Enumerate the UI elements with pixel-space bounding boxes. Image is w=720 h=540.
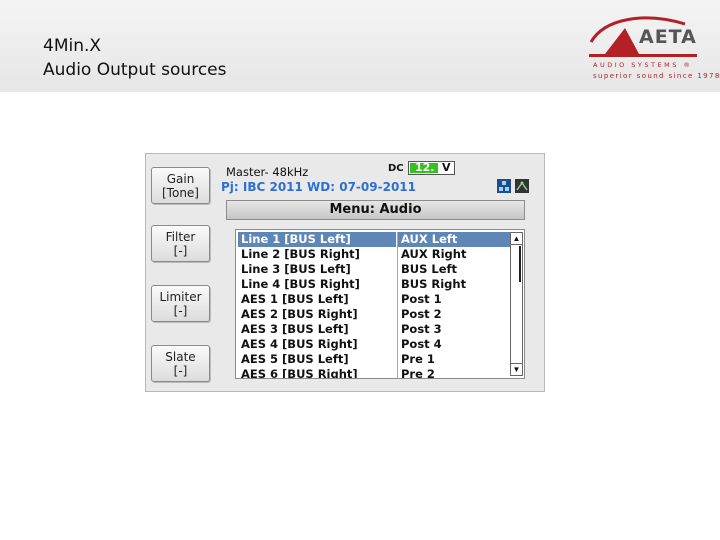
right-source-item[interactable]: BUS Left <box>398 262 510 277</box>
left-source-item[interactable]: AES 6 [BUS Right] <box>238 367 396 378</box>
device-screen: Gain [Tone] Filter [-] Limiter [-] Slate… <box>145 153 545 392</box>
network-icon <box>497 179 511 193</box>
list-scrollbar[interactable]: ▲ ▼ <box>510 232 523 376</box>
dc-unit: V <box>442 161 451 174</box>
left-source-item[interactable]: AES 3 [BUS Left] <box>238 322 396 337</box>
dc-value: 12. <box>415 161 435 174</box>
right-source-item[interactable]: Post 1 <box>398 292 510 307</box>
source-list-right-column: AUX Left AUX Right BUS Left BUS Right Post 1… <box>397 232 510 378</box>
filter-button[interactable]: Filter [-] <box>151 225 210 262</box>
gain-button-sub: [Tone] <box>162 186 199 200</box>
project-info: Pj: IBC 2011 WD: 07-09-2011 <box>221 180 416 194</box>
left-source-item[interactable]: AES 5 [BUS Left] <box>238 352 396 367</box>
limiter-button[interactable]: Limiter [-] <box>151 285 210 322</box>
dc-label: DC <box>388 163 404 174</box>
left-source-item[interactable]: AES 2 [BUS Right] <box>238 307 396 322</box>
slide-title-line2: Audio Output sources <box>43 60 227 80</box>
slate-button[interactable]: Slate [-] <box>151 345 210 382</box>
right-source-item[interactable]: Post 4 <box>398 337 510 352</box>
left-source-item[interactable]: Line 3 [BUS Left] <box>238 262 396 277</box>
filter-button-label: Filter <box>165 230 196 244</box>
right-source-item[interactable]: AUX Right <box>398 247 510 262</box>
gain-button[interactable]: Gain [Tone] <box>151 167 210 204</box>
right-source-item[interactable]: Pre 1 <box>398 352 510 367</box>
right-source-item[interactable]: Post 3 <box>398 322 510 337</box>
right-source-item[interactable]: Pre 2 <box>398 367 510 378</box>
right-source-item[interactable]: BUS Right <box>398 277 510 292</box>
gain-button-label: Gain <box>166 172 195 186</box>
slate-button-sub: [-] <box>173 364 188 378</box>
scroll-down-icon[interactable]: ▼ <box>511 363 522 375</box>
source-list-left-column: Line 1 [BUS Left] Line 2 [BUS Right] Line … <box>238 232 396 378</box>
dc-voltage-meter: 12. V <box>408 161 455 175</box>
scroll-thumb[interactable] <box>512 246 521 282</box>
logo-subtitle: AUDIO SYSTEMS ® <box>593 61 693 69</box>
slate-button-label: Slate <box>165 350 196 364</box>
slide-title-line1: 4Min.X <box>43 36 102 56</box>
right-source-item[interactable]: Post 2 <box>398 307 510 322</box>
left-source-item[interactable]: AES 1 [BUS Left] <box>238 292 396 307</box>
logo-brand: AETA <box>639 26 697 48</box>
slide-header: 4Min.X Audio Output sources AETA AUDIO S… <box>0 0 720 92</box>
aeta-logo: AETA AUDIO SYSTEMS ® superior sound sinc… <box>585 14 719 84</box>
left-source-item[interactable]: Line 1 [BUS Left] <box>238 232 396 247</box>
audio-source-list: Line 1 [BUS Left] Line 2 [BUS Right] Line … <box>235 229 525 379</box>
slide-title: 4Min.X Audio Output sources <box>43 34 227 82</box>
scroll-up-icon[interactable]: ▲ <box>511 233 522 245</box>
limiter-button-sub: [-] <box>173 304 188 318</box>
logo-tagline: superior sound since 1978 <box>593 72 720 80</box>
master-clock-status: Master- 48kHz <box>226 165 309 179</box>
signal-icon <box>515 179 529 193</box>
right-source-item[interactable]: AUX Left <box>398 232 510 247</box>
limiter-button-label: Limiter <box>159 290 202 304</box>
left-source-item[interactable]: AES 4 [BUS Right] <box>238 337 396 352</box>
left-source-item[interactable]: Line 4 [BUS Right] <box>238 277 396 292</box>
filter-button-sub: [-] <box>173 244 188 258</box>
menu-title-bar: Menu: Audio <box>226 200 525 220</box>
left-source-item[interactable]: Line 2 [BUS Right] <box>238 247 396 262</box>
